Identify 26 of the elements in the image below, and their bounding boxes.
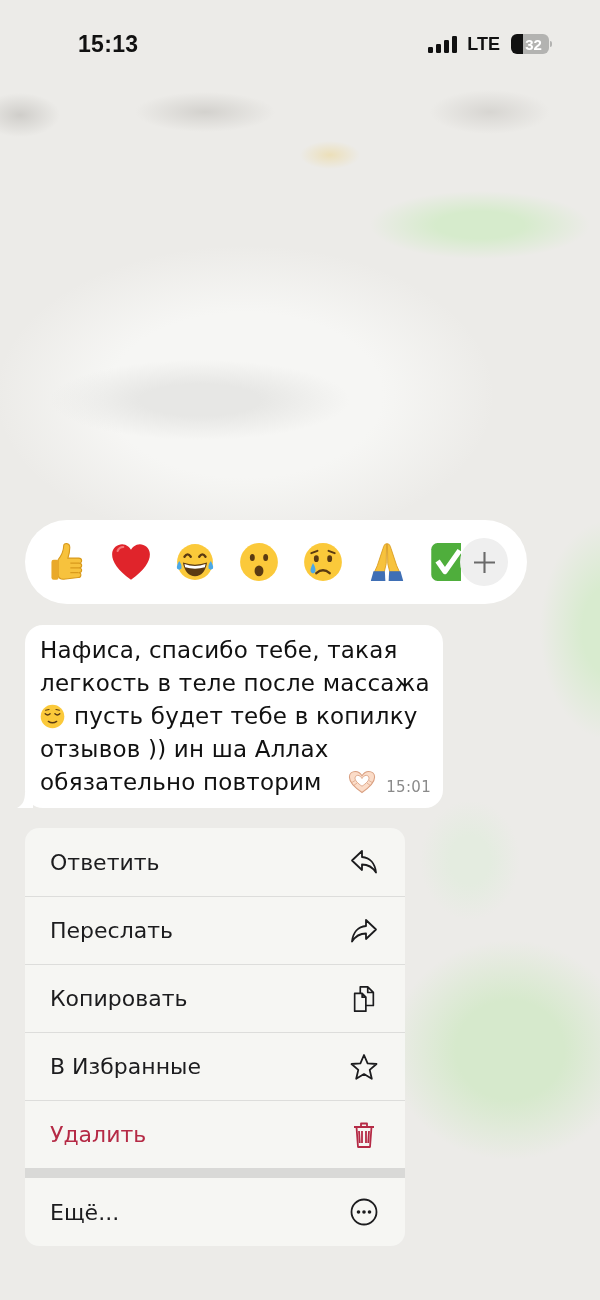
plus-icon	[473, 551, 495, 573]
laughing-face-with-tears-icon[interactable]	[175, 542, 215, 582]
menu-item[interactable]: Переслать	[25, 896, 405, 964]
message-text: отзывов )) ин ша Аллах обязательно повторим	[40, 735, 330, 797]
menu-item[interactable]: Ещё...	[25, 1178, 405, 1246]
reply-icon	[350, 848, 378, 876]
more-icon	[350, 1198, 378, 1226]
network-type: LTE	[467, 33, 500, 55]
menu-item[interactable]: В Избранные	[25, 1032, 405, 1100]
surprised-face-icon[interactable]	[239, 542, 279, 582]
menu-item[interactable]: Копировать	[25, 964, 405, 1032]
message-text: пусть будет тебе в копилку	[74, 702, 418, 731]
menu-item[interactable]: Удалить	[25, 1100, 405, 1168]
status-time: 15:13	[78, 30, 139, 58]
crying-face-icon[interactable]	[303, 542, 343, 582]
relieved-face-icon	[40, 704, 65, 729]
add-reaction-button[interactable]	[460, 538, 508, 586]
battery-indicator: 32	[511, 34, 552, 54]
message-time: 15:01	[385, 778, 431, 796]
menu-item[interactable]: Ответить	[25, 828, 405, 896]
forward-icon	[350, 916, 378, 945]
heart-icon[interactable]	[111, 542, 151, 582]
check-mark-box-icon[interactable]	[431, 542, 461, 582]
signal-icon	[428, 35, 458, 53]
star-icon	[350, 1052, 378, 1081]
heart-hands-icon	[348, 770, 377, 794]
